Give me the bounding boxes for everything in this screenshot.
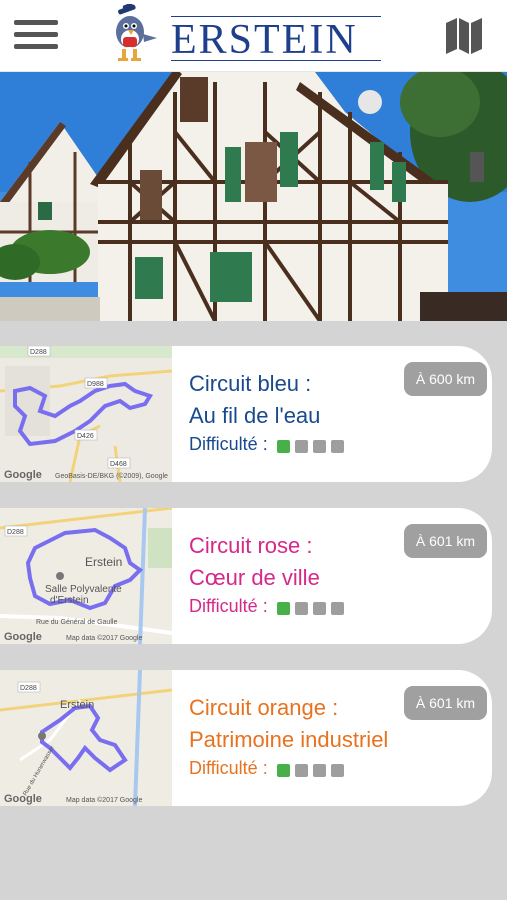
google-logo: Google bbox=[4, 469, 42, 481]
distance-badge: À 601 km bbox=[404, 524, 487, 558]
menu-bar bbox=[14, 44, 58, 49]
difficulty-rating: Difficulté : bbox=[189, 758, 349, 780]
difficulty-label: Difficulté : bbox=[189, 596, 268, 616]
map-place-label: d'Erstein bbox=[50, 595, 89, 606]
distance-badge: À 600 km bbox=[404, 362, 487, 396]
difficulty-dot-empty bbox=[330, 439, 344, 453]
difficulty-dots bbox=[276, 597, 349, 618]
google-logo: Google bbox=[4, 631, 42, 643]
circuit-title: Circuit rose : Cœur de ville bbox=[189, 530, 320, 594]
difficulty-dots bbox=[276, 435, 349, 456]
map-road-label: D288 bbox=[20, 685, 37, 692]
erstein-logo: ERSTEIN bbox=[105, 4, 395, 68]
difficulty-dot-filled bbox=[276, 439, 290, 453]
difficulty-dot-empty bbox=[294, 763, 308, 777]
difficulty-dots bbox=[276, 759, 349, 780]
map-road-label: D988 bbox=[87, 381, 104, 388]
difficulty-dot-empty bbox=[330, 763, 344, 777]
circuit-card-rose[interactable]: D288 Erstein Salle Polyvalente d'Erstein… bbox=[0, 508, 492, 644]
circuit-subtitle: Cœur de ville bbox=[189, 565, 320, 590]
circuit-map-thumbnail: D288 Erstein Salle Polyvalente d'Erstein… bbox=[0, 508, 172, 644]
map-credit: GeoBasis-DE/BKG (©2009), Google bbox=[55, 472, 168, 480]
circuit-name: Circuit rose : bbox=[189, 533, 313, 558]
google-logo: Google bbox=[4, 793, 42, 805]
map-place-label: Salle Polyvalente bbox=[45, 584, 122, 595]
difficulty-rating: Difficulté : bbox=[189, 434, 349, 456]
app-header: ERSTEIN bbox=[0, 0, 507, 72]
mascot-bird-icon bbox=[116, 4, 157, 61]
circuit-card-bleu[interactable]: D288 D988 D426 D468 Google GeoBasis-DE/B… bbox=[0, 346, 492, 482]
difficulty-label: Difficulté : bbox=[189, 758, 268, 778]
circuit-map-thumbnail: D288 D988 D426 D468 Google GeoBasis-DE/B… bbox=[0, 346, 172, 482]
map-road-label: D288 bbox=[30, 349, 47, 356]
difficulty-dot-empty bbox=[294, 601, 308, 615]
folded-map-icon bbox=[446, 18, 482, 54]
difficulty-dot-empty bbox=[312, 601, 326, 615]
difficulty-dot-filled bbox=[276, 601, 290, 615]
map-credit: Map data ©2017 Google bbox=[66, 796, 142, 804]
circuit-name: Circuit orange : bbox=[189, 695, 339, 720]
distance-badge: À 601 km bbox=[404, 686, 487, 720]
map-place-label: Erstein bbox=[60, 699, 94, 711]
circuit-card-orange[interactable]: D288 Erstein Rue du Hunerwasser Google M… bbox=[0, 670, 492, 806]
difficulty-dot-empty bbox=[294, 439, 308, 453]
menu-bar bbox=[14, 32, 58, 37]
menu-bar bbox=[14, 20, 58, 25]
circuit-map-thumbnail: D288 Erstein Rue du Hunerwasser Google M… bbox=[0, 670, 172, 806]
difficulty-dot-filled bbox=[276, 763, 290, 777]
logo-rule bbox=[171, 60, 381, 61]
map-street-label: Rue du Général de Gaulle bbox=[36, 619, 117, 626]
map-view-button[interactable] bbox=[444, 16, 484, 56]
difficulty-rating: Difficulté : bbox=[189, 596, 349, 618]
map-road-label: D426 bbox=[77, 433, 94, 440]
hamburger-menu-button[interactable] bbox=[14, 20, 58, 54]
difficulty-dot-empty bbox=[312, 439, 326, 453]
circuit-title: Circuit orange : Patrimoine industriel bbox=[189, 692, 388, 756]
difficulty-label: Difficulté : bbox=[189, 434, 268, 454]
circuit-name: Circuit bleu : bbox=[189, 371, 312, 396]
difficulty-dot-empty bbox=[330, 601, 344, 615]
map-credit: Map data ©2017 Google bbox=[66, 634, 142, 642]
map-place-label: Erstein bbox=[85, 555, 122, 569]
map-road-label: D468 bbox=[110, 461, 127, 468]
hero-photo-half-timbered-house bbox=[0, 72, 507, 321]
map-road-label: D288 bbox=[7, 529, 24, 536]
difficulty-dot-empty bbox=[312, 763, 326, 777]
circuit-subtitle: Au fil de l'eau bbox=[189, 403, 321, 428]
circuit-title: Circuit bleu : Au fil de l'eau bbox=[189, 368, 320, 432]
circuit-subtitle: Patrimoine industriel bbox=[189, 727, 389, 752]
logo-text: ERSTEIN bbox=[171, 17, 358, 63]
